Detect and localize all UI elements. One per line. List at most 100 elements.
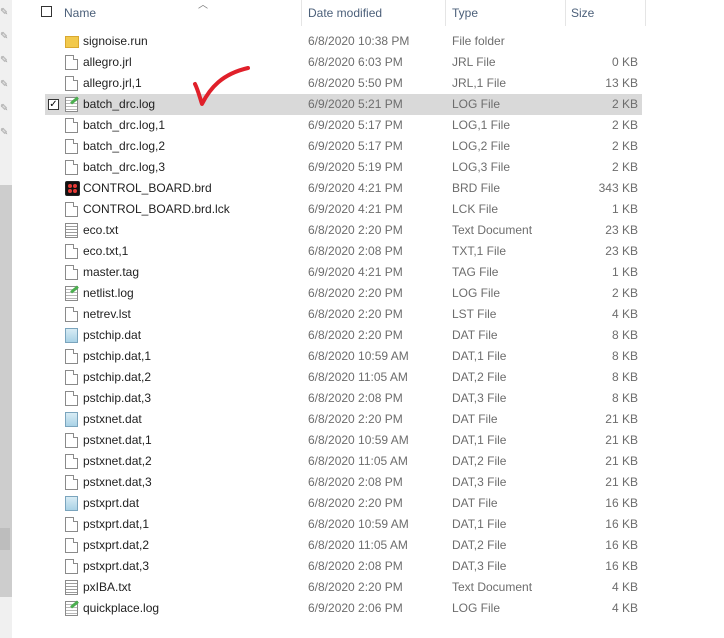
file-row[interactable]: ✓ batch_drc.log 6/9/2020 5:21 PM LOG File 2 … — [45, 94, 642, 115]
file-row[interactable]: pstchip.dat,1 6/8/2020 10:59 AM DAT,1 File… — [45, 346, 642, 367]
file-date-modified: 6/9/2020 5:17 PM — [308, 118, 403, 132]
file-row[interactable]: pstxprt.dat,2 6/8/2020 11:05 AM DAT,2 File… — [45, 535, 642, 556]
pin-icon: ✎ — [0, 55, 9, 66]
file-row[interactable]: pstxprt.dat,3 6/8/2020 2:08 PM DAT,3 File 1… — [45, 556, 642, 577]
file-type: DAT,2 File — [452, 370, 507, 384]
file-date-modified: 6/8/2020 11:05 AM — [308, 370, 408, 384]
file-icon — [65, 559, 78, 574]
file-row[interactable]: pstxnet.dat,1 6/8/2020 10:59 AM DAT,1 File… — [45, 430, 642, 451]
file-name: pstchip.dat,2 — [83, 370, 152, 384]
file-row[interactable]: pstchip.dat 6/8/2020 2:20 PM DAT File 8 KB — [45, 325, 642, 346]
log-icon — [65, 97, 78, 112]
file-size: 21 KB — [605, 454, 638, 468]
pin-icon: ✎ — [0, 79, 9, 90]
file-size: 21 KB — [605, 433, 638, 447]
file-size: 21 KB — [605, 475, 638, 489]
file-row[interactable]: pstxnet.dat,2 6/8/2020 11:05 AM DAT,2 File… — [45, 451, 642, 472]
file-type: TXT,1 File — [452, 244, 507, 258]
file-icon — [65, 139, 78, 154]
file-name: pstxprt.dat,1 — [83, 517, 150, 531]
file-type: LOG,3 File — [452, 160, 511, 174]
file-name: pstxprt.dat,3 — [83, 559, 150, 573]
file-type: LOG,1 File — [452, 118, 511, 132]
file-icon — [65, 202, 78, 217]
file-size: 23 KB — [605, 223, 638, 237]
file-type: DAT File — [452, 328, 498, 342]
file-icon — [65, 118, 78, 133]
file-name: pstxnet.dat — [83, 412, 142, 426]
file-icon — [65, 454, 78, 469]
file-row[interactable]: netlist.log 6/8/2020 2:20 PM LOG File 2 KB — [45, 283, 642, 304]
file-name: batch_drc.log,3 — [83, 160, 166, 174]
row-checkbox[interactable]: ✓ — [48, 99, 59, 110]
pin-icon: ✎ — [0, 127, 9, 138]
pin-icon: ✎ — [0, 7, 9, 18]
file-name: batch_drc.log — [83, 97, 156, 111]
file-icon — [65, 475, 78, 490]
file-type: DAT,3 File — [452, 559, 507, 573]
file-type: LCK File — [452, 202, 499, 216]
log-icon — [65, 286, 78, 301]
column-header-date-modified[interactable]: Date modified — [308, 0, 446, 26]
file-row[interactable]: CONTROL_BOARD.brd 6/9/2020 4:21 PM BRD Fil… — [45, 178, 642, 199]
file-icon — [65, 265, 78, 280]
file-row[interactable]: batch_drc.log,2 6/9/2020 5:17 PM LOG,2 Fil… — [45, 136, 642, 157]
column-header-type[interactable]: Type — [452, 0, 566, 26]
file-icon — [65, 244, 78, 259]
file-name: pstchip.dat — [83, 328, 142, 342]
file-row[interactable]: pstxprt.dat 6/8/2020 2:20 PM DAT File 16 KB — [45, 493, 642, 514]
file-row[interactable]: allegro.jrl 6/8/2020 6:03 PM JRL File 0 KB — [45, 52, 642, 73]
file-date-modified: 6/8/2020 2:20 PM — [308, 328, 403, 342]
file-icon — [65, 76, 78, 91]
file-date-modified: 6/8/2020 2:08 PM — [308, 391, 403, 405]
file-size: 8 KB — [611, 370, 638, 384]
file-date-modified: 6/9/2020 4:21 PM — [308, 265, 403, 279]
file-date-modified: 6/9/2020 5:19 PM — [308, 160, 403, 174]
file-name: pstchip.dat,3 — [83, 391, 152, 405]
file-size: 8 KB — [611, 391, 638, 405]
file-row[interactable]: pstxnet.dat 6/8/2020 2:20 PM DAT File 21 KB — [45, 409, 642, 430]
column-header-name[interactable]: Name — [64, 0, 302, 26]
file-type: JRL File — [452, 55, 496, 69]
file-type: DAT,1 File — [452, 433, 507, 447]
file-row[interactable]: eco.txt,1 6/8/2020 2:08 PM TXT,1 File 23 KB — [45, 241, 642, 262]
column-header-size[interactable]: Size — [571, 0, 646, 26]
file-row[interactable]: pstxnet.dat,3 6/8/2020 2:08 PM DAT,3 File 2… — [45, 472, 642, 493]
file-size: 2 KB — [611, 118, 638, 132]
file-date-modified: 6/8/2020 5:50 PM — [308, 76, 403, 90]
file-row[interactable]: batch_drc.log,3 6/9/2020 5:19 PM LOG,3 Fil… — [45, 157, 642, 178]
dat-icon — [65, 496, 78, 511]
file-icon — [65, 517, 78, 532]
file-date-modified: 6/9/2020 5:21 PM — [308, 97, 403, 111]
file-row[interactable]: pstchip.dat,2 6/8/2020 11:05 AM DAT,2 File… — [45, 367, 642, 388]
file-type: File folder — [452, 34, 505, 48]
file-row[interactable]: pstchip.dat,3 6/8/2020 2:08 PM DAT,3 File 8… — [45, 388, 642, 409]
file-name: batch_drc.log,2 — [83, 139, 166, 153]
file-row[interactable]: signoise.run 6/8/2020 10:38 PM File folder — [45, 31, 642, 52]
text-icon — [65, 223, 78, 238]
file-name: allegro.jrl,1 — [83, 76, 142, 90]
file-row[interactable]: netrev.lst 6/8/2020 2:20 PM LST File 4 KB — [45, 304, 642, 325]
file-row[interactable]: allegro.jrl,1 6/8/2020 5:50 PM JRL,1 File 1… — [45, 73, 642, 94]
file-date-modified: 6/8/2020 2:20 PM — [308, 580, 403, 594]
file-type: DAT,3 File — [452, 391, 507, 405]
file-row[interactable]: batch_drc.log,1 6/9/2020 5:17 PM LOG,1 Fil… — [45, 115, 642, 136]
file-type: Text Document — [452, 223, 533, 237]
file-row[interactable]: quickplace.log 6/9/2020 2:06 PM LOG File 4 … — [45, 598, 642, 619]
select-all-checkbox[interactable] — [41, 6, 52, 17]
file-icon — [65, 307, 78, 322]
file-date-modified: 6/8/2020 11:05 AM — [308, 454, 408, 468]
file-row[interactable]: CONTROL_BOARD.brd.lck 6/9/2020 4:21 PM LCK… — [45, 199, 642, 220]
file-size: 1 KB — [611, 202, 638, 216]
file-name: master.tag — [83, 265, 140, 279]
file-icon — [65, 349, 78, 364]
file-row[interactable]: eco.txt 6/8/2020 2:20 PM Text Document 23 K… — [45, 220, 642, 241]
file-date-modified: 6/8/2020 2:08 PM — [308, 244, 403, 258]
navigation-pane-scrollbar[interactable]: ✎ ✎ ✎ ✎ ✎ ✎ — [0, 0, 12, 638]
file-row[interactable]: pstxprt.dat,1 6/8/2020 10:59 AM DAT,1 File… — [45, 514, 642, 535]
file-icon — [65, 160, 78, 175]
file-row[interactable]: master.tag 6/9/2020 4:21 PM TAG File 1 KB — [45, 262, 642, 283]
file-row[interactable]: pxIBA.txt 6/8/2020 2:20 PM Text Document 4 … — [45, 577, 642, 598]
file-type: DAT,3 File — [452, 475, 507, 489]
file-type: LOG File — [452, 601, 501, 615]
